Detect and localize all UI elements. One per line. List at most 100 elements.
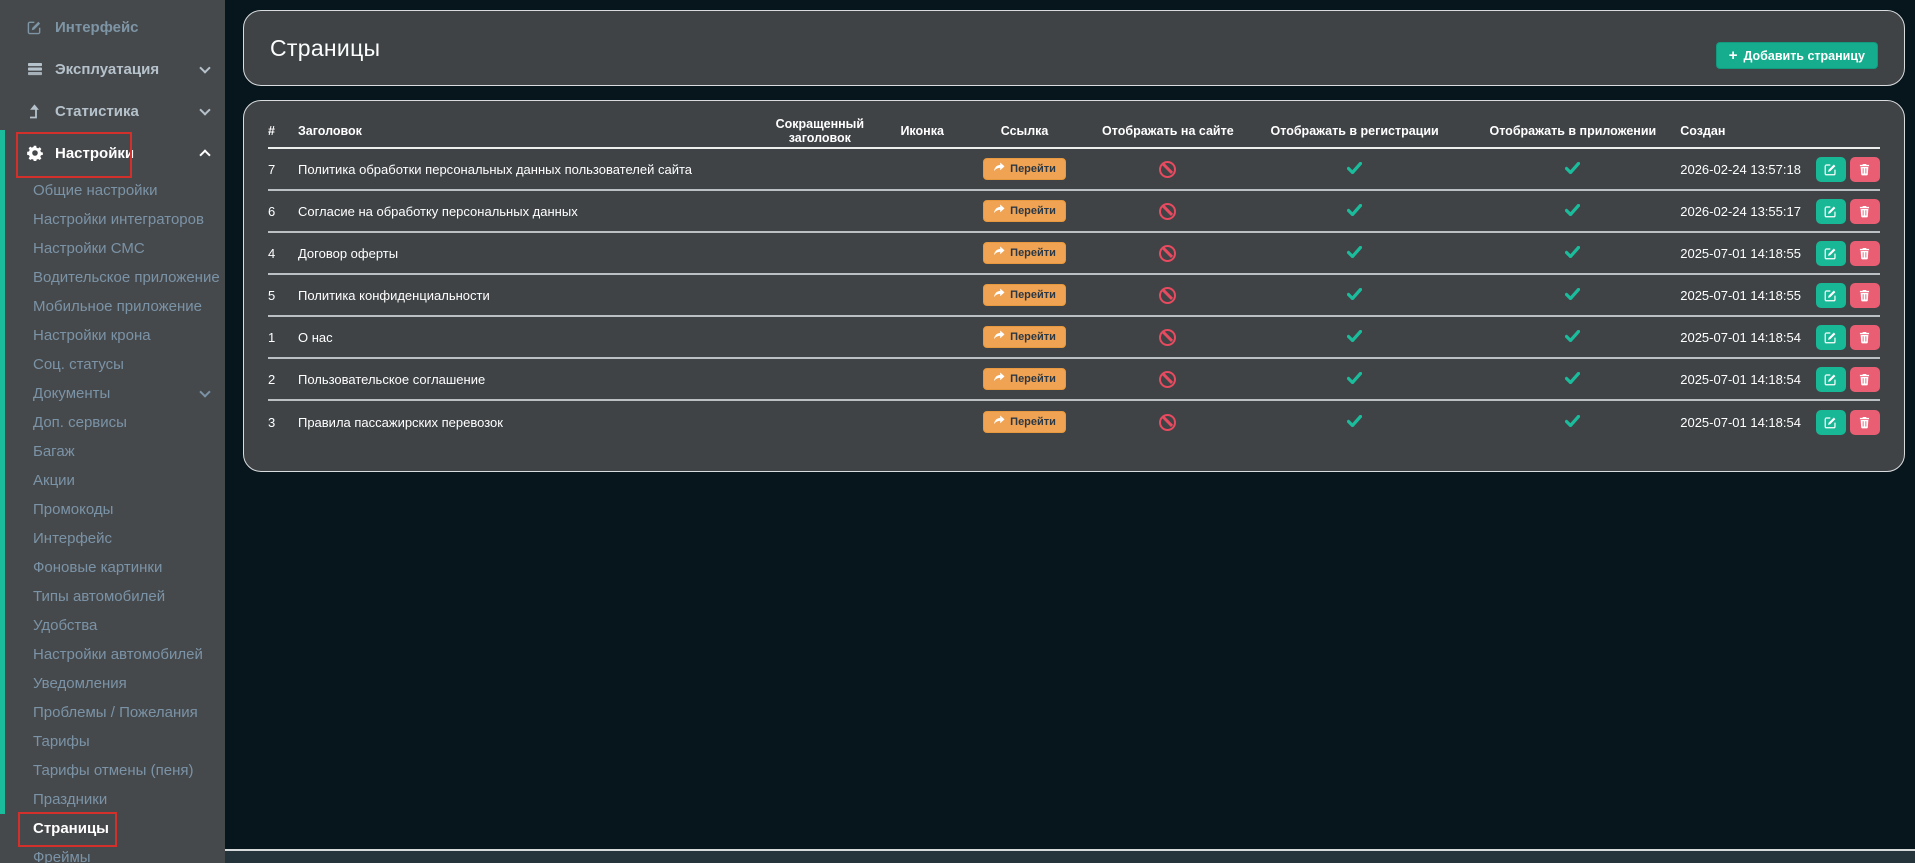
gear-icon — [26, 145, 43, 161]
edit-button[interactable] — [1815, 282, 1846, 308]
pencil-square-icon — [26, 20, 43, 35]
sidebar-item-Удобства[interactable]: Удобства — [0, 611, 225, 640]
add-page-button[interactable]: + Добавить страницу — [1715, 42, 1878, 69]
sidebar-item-Типы автомобилей[interactable]: Типы автомобилей — [0, 582, 225, 611]
page-title: Страницы — [270, 34, 381, 61]
sidebar-item-Промокоды[interactable]: Промокоды — [0, 495, 225, 524]
sidebar-section-Настройки[interactable]: Настройки — [0, 132, 225, 178]
go-button[interactable]: Перейти — [983, 200, 1066, 222]
go-button[interactable]: Перейти — [983, 368, 1066, 390]
go-button-label: Перейти — [1010, 163, 1056, 175]
go-button-label: Перейти — [1010, 205, 1056, 217]
sidebar-section-label: Настройки — [55, 144, 135, 162]
sidebar-item-Соц. статусы[interactable]: Соц. статусы — [0, 350, 225, 379]
sidebar-item-label: Интерфейс — [33, 530, 113, 547]
sidebar-settings-submenu: Общие настройки Настройки интеграторов Н… — [0, 176, 225, 863]
sidebar-item-Интерфейс[interactable]: Интерфейс — [0, 524, 225, 553]
go-button[interactable]: Перейти — [983, 158, 1066, 180]
sidebar-item-Документы[interactable]: Документы — [0, 379, 225, 408]
go-button[interactable]: Перейти — [983, 411, 1066, 433]
row-title: О нас — [297, 329, 333, 345]
sidebar-item-Мобильное приложение[interactable]: Мобильное приложение — [0, 292, 225, 321]
sidebar-item-Настройки СМС[interactable]: Настройки СМС — [0, 234, 225, 263]
sidebar-section-Интерфейс[interactable]: Интерфейс — [0, 6, 225, 48]
main-content: Страницы + Добавить страницу # Заголовок… — [225, 0, 1915, 863]
sidebar-item-Настройки крона[interactable]: Настройки крона — [0, 321, 225, 350]
col-header-reg: Отображать в регистрации — [1270, 124, 1439, 138]
sidebar-item-Тарифы отмены (пеня)[interactable]: Тарифы отмены (пеня) — [0, 756, 225, 785]
edit-button[interactable] — [1815, 409, 1846, 435]
go-button[interactable]: Перейти — [983, 284, 1066, 306]
row-number: 1 — [268, 329, 276, 345]
edit-button[interactable] — [1815, 198, 1846, 224]
edit-button[interactable] — [1815, 156, 1846, 182]
table-body: 7 Политика обработки персональных данных… — [268, 149, 1880, 443]
ban-icon — [1159, 413, 1177, 431]
col-header-app: Отображать в приложении — [1489, 124, 1657, 138]
sidebar-item-Доп. сервисы[interactable]: Доп. сервисы — [0, 408, 225, 437]
pages-table-card: # Заголовок Сокращенный заголовок Иконка… — [243, 100, 1905, 472]
delete-button[interactable] — [1849, 409, 1880, 435]
ban-icon — [1159, 328, 1177, 346]
row-number: 2 — [268, 371, 276, 387]
sidebar-item-label: Праздники — [33, 791, 108, 808]
check-icon — [1565, 329, 1581, 345]
sidebar-item-Акции[interactable]: Акции — [0, 466, 225, 495]
sidebar-item-Настройки автомобилей[interactable]: Настройки автомобилей — [0, 640, 225, 669]
sidebar-item-label: Документы — [33, 385, 111, 402]
edit-button[interactable] — [1815, 240, 1846, 266]
sidebar-item-Уведомления[interactable]: Уведомления — [0, 669, 225, 698]
go-icon — [993, 372, 1005, 386]
col-header-created: Создан — [1680, 124, 1726, 138]
sidebar-item-Водительское приложение[interactable]: Водительское приложение — [0, 263, 225, 292]
sidebar-item-Страницы[interactable]: Страницы — [0, 812, 225, 847]
sidebar-item-label: Доп. сервисы — [33, 414, 127, 431]
sidebar-section-Статистика[interactable]: Статистика — [0, 90, 225, 132]
edit-button[interactable] — [1815, 324, 1846, 350]
row-number: 5 — [268, 287, 276, 303]
sidebar-item-label: Уведомления — [33, 675, 127, 692]
ban-icon — [1159, 286, 1177, 304]
delete-button[interactable] — [1849, 240, 1880, 266]
go-icon — [993, 246, 1005, 260]
check-icon — [1565, 414, 1581, 430]
col-header-icon: Иконка — [900, 124, 944, 138]
sidebar-item-label: Тарифы — [33, 733, 90, 750]
sidebar-item-Проблемы / Пожелания[interactable]: Проблемы / Пожелания — [0, 698, 225, 727]
sidebar-item-label: Тарифы отмены (пеня) — [33, 762, 194, 779]
delete-button[interactable] — [1849, 156, 1880, 182]
col-header-link: Ссылка — [1000, 124, 1049, 138]
col-header-short: Сокращенный заголовок — [775, 117, 865, 145]
sidebar-section-label: Эксплуатация — [55, 60, 160, 78]
delete-button[interactable] — [1849, 324, 1880, 350]
row-created-date: 2025-07-01 14:18:54 — [1680, 414, 1801, 430]
row-number: 7 — [268, 161, 276, 177]
delete-button[interactable] — [1849, 198, 1880, 224]
sidebar-item-Фреймы[interactable]: Фреймы — [0, 843, 225, 863]
row-created-date: 2025-07-01 14:18:55 — [1680, 287, 1801, 303]
delete-button[interactable] — [1849, 282, 1880, 308]
sidebar-item-label: Мобильное приложение — [33, 298, 202, 315]
sidebar-item-Тарифы[interactable]: Тарифы — [0, 727, 225, 756]
row-title: Пользовательское соглашение — [297, 371, 486, 387]
check-icon — [1347, 371, 1363, 387]
sidebar-section-Эксплуатация[interactable]: Эксплуатация — [0, 48, 225, 90]
sidebar-item-Фоновые картинки[interactable]: Фоновые картинки — [0, 553, 225, 582]
level-up-icon — [26, 103, 43, 119]
row-created-date: 2025-07-01 14:18:54 — [1680, 371, 1801, 387]
check-icon — [1347, 414, 1363, 430]
sidebar-item-Общие настройки[interactable]: Общие настройки — [0, 176, 225, 205]
go-button[interactable]: Перейти — [983, 242, 1066, 264]
row-title: Договор оферты — [297, 245, 399, 261]
sidebar-item-label: Удобства — [33, 617, 98, 634]
sidebar-item-Багаж[interactable]: Багаж — [0, 437, 225, 466]
row-title: Политика обработки персональных данных п… — [297, 161, 692, 177]
delete-button[interactable] — [1849, 366, 1880, 392]
sidebar-item-label: Страницы — [33, 820, 109, 837]
sidebar-item-Настройки интеграторов[interactable]: Настройки интеграторов — [0, 205, 225, 234]
sidebar-item-Праздники[interactable]: Праздники — [0, 785, 225, 814]
sidebar-item-label: Соц. статусы — [33, 356, 124, 373]
check-icon — [1565, 287, 1581, 303]
go-button[interactable]: Перейти — [983, 326, 1066, 348]
edit-button[interactable] — [1815, 366, 1846, 392]
